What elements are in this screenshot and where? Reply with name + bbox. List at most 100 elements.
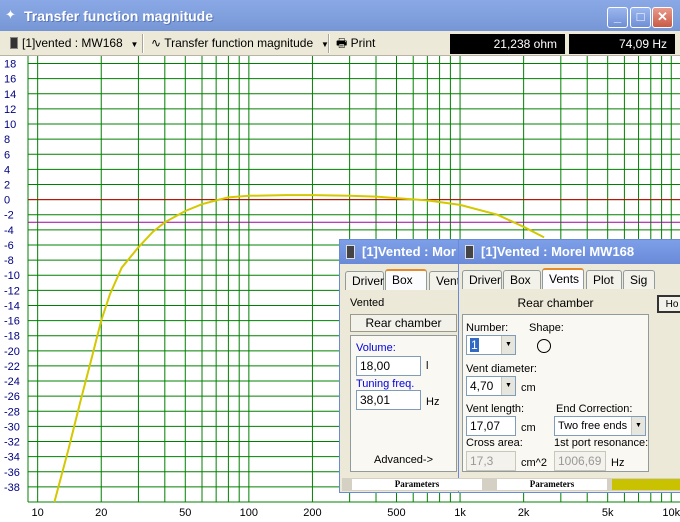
y-tick-label: 6 xyxy=(4,149,10,161)
status-tab-parameters-back[interactable]: Parameters xyxy=(352,479,482,490)
printer-icon: 🖶 xyxy=(336,36,348,50)
y-tick-label: -18 xyxy=(4,331,20,343)
end-correction-label: End Correction: xyxy=(556,403,633,415)
x-tick-label: 100 xyxy=(240,507,258,519)
y-tick-label: -30 xyxy=(4,421,20,433)
toolbar: [1]vented : MW168 ▼ ∿ Transfer function … xyxy=(0,31,680,56)
y-tick-label: -26 xyxy=(4,391,20,403)
tab-driver[interactable]: Driver xyxy=(462,270,502,289)
advanced-button[interactable]: Advanced-> xyxy=(374,454,433,466)
cross-area-label: Cross area: xyxy=(466,437,523,449)
dialog-status-strip: Parameters Parameters xyxy=(342,478,680,491)
status-tab-parameters-front[interactable]: Parameters xyxy=(497,479,607,490)
y-tick-label: -14 xyxy=(4,300,20,312)
end-correction-select[interactable]: Two free ends ▼ xyxy=(554,416,646,436)
y-tick-label: -10 xyxy=(4,270,20,282)
y-tick-label: -28 xyxy=(4,406,20,418)
cross-area-field: 17,3 xyxy=(466,451,516,471)
y-tick-label: 0 xyxy=(4,195,10,207)
y-tick-label: -20 xyxy=(4,346,20,358)
speaker-icon xyxy=(10,37,18,49)
chevron-down-icon: ▼ xyxy=(631,417,645,435)
vents-settings-dialog: [1]Vented : Morel MW168 Driver Box Vents… xyxy=(458,240,680,492)
tab-strip: Driver Box Vents xyxy=(345,269,469,291)
number-select[interactable]: 1 ▼ xyxy=(466,335,516,355)
chevron-down-icon: ▼ xyxy=(501,336,515,354)
tab-driver[interactable]: Driver xyxy=(345,271,384,290)
print-button[interactable]: 🖶 Print xyxy=(336,34,375,53)
y-tick-label: 12 xyxy=(4,104,16,116)
app-icon: ✦ xyxy=(5,7,16,22)
x-tick-label: 20 xyxy=(95,507,107,519)
volume-field[interactable]: 18,00 xyxy=(356,356,421,376)
x-tick-label: 10k xyxy=(662,507,680,519)
toolbar-separator xyxy=(328,34,330,53)
frequency-readout: 74,09 Hz xyxy=(569,34,675,54)
y-tick-label: 14 xyxy=(4,89,16,101)
x-tick-label: 50 xyxy=(179,507,191,519)
tab-box[interactable]: Box xyxy=(385,269,427,290)
y-tick-label: -8 xyxy=(4,255,14,267)
port-resonance-field: 1006,69 xyxy=(554,451,606,471)
tab-vents[interactable]: Vents xyxy=(542,268,584,289)
speaker-icon xyxy=(346,245,355,259)
y-tick-label: 8 xyxy=(4,134,10,146)
y-tick-label: 18 xyxy=(4,59,16,71)
vent-length-unit: cm xyxy=(521,422,536,434)
tuning-field[interactable]: 38,01 xyxy=(356,390,421,410)
y-tick-label: -16 xyxy=(4,316,20,328)
vent-diameter-unit: cm xyxy=(521,382,536,394)
x-tick-label: 5k xyxy=(602,507,614,519)
window-title: Transfer function magnitude xyxy=(24,8,214,24)
vent-length-label: Vent length: xyxy=(466,403,525,415)
minimize-button[interactable]: _ xyxy=(607,7,628,28)
tuning-unit: Hz xyxy=(426,396,440,408)
waveform-icon: ∿ xyxy=(151,36,162,50)
x-tick-label: 10 xyxy=(32,507,44,519)
close-button[interactable]: ✕ xyxy=(652,7,673,28)
shape-label: Shape: xyxy=(529,322,564,334)
y-tick-label: -36 xyxy=(4,467,20,479)
chevron-down-icon: ▼ xyxy=(501,377,515,395)
speaker-icon xyxy=(465,245,474,259)
window-titlebar: ✦ Transfer function magnitude _ □ ✕ xyxy=(0,0,680,31)
x-tick-label: 500 xyxy=(387,507,405,519)
chevron-down-icon: ▼ xyxy=(126,40,139,49)
vent-params-panel: Number: 1 ▼ Shape: Vent diameter: 4,70 ▼… xyxy=(462,314,649,472)
view-dropdown[interactable]: ∿ Transfer function magnitude ▼ xyxy=(151,34,329,53)
tuning-label: Tuning freq. xyxy=(356,378,415,390)
vent-length-field[interactable]: 17,07 xyxy=(466,416,516,436)
tab-signal[interactable]: Sig xyxy=(623,270,655,289)
tab-strip: Driver Box Vents Plot Sig xyxy=(462,268,680,290)
cross-area-unit: cm^2 xyxy=(521,457,547,469)
port-resonance-unit: Hz xyxy=(611,457,625,469)
tab-box[interactable]: Box xyxy=(503,270,541,289)
y-tick-label: 10 xyxy=(4,119,16,131)
y-tick-label: -24 xyxy=(4,376,20,388)
x-tick-label: 200 xyxy=(303,507,321,519)
y-tick-label: -32 xyxy=(4,437,20,449)
y-tick-label: -4 xyxy=(4,225,14,237)
volume-unit: l xyxy=(426,360,429,372)
y-tick-label: 4 xyxy=(4,164,10,176)
x-tick-label: 1k xyxy=(454,507,466,519)
number-label: Number: xyxy=(466,322,509,334)
shape-circle-icon[interactable] xyxy=(537,339,551,353)
impedance-readout: 21,238 ohm xyxy=(450,34,565,54)
dialog-titlebar: [1]Vented : Morel MW168 xyxy=(459,240,680,264)
project-dropdown[interactable]: [1]vented : MW168 ▼ xyxy=(10,34,138,53)
vent-diameter-select[interactable]: 4,70 ▼ xyxy=(466,376,516,396)
vent-diameter-label: Vent diameter: xyxy=(466,363,537,375)
tab-plot[interactable]: Plot xyxy=(586,270,622,289)
maximize-button[interactable]: □ xyxy=(630,7,651,28)
y-tick-label: -12 xyxy=(4,285,20,297)
y-tick-label: -22 xyxy=(4,361,20,373)
x-tick-label: 2k xyxy=(518,507,530,519)
section-label: Vented xyxy=(350,297,385,309)
rear-chamber-button[interactable]: Rear chamber xyxy=(350,314,457,332)
volume-label: Volume: xyxy=(356,342,396,354)
rear-chamber-label[interactable]: Rear chamber xyxy=(462,294,649,312)
port-resonance-label: 1st port resonance: xyxy=(554,437,649,449)
horn-button[interactable]: Ho xyxy=(657,295,680,313)
status-indicator xyxy=(612,479,680,490)
